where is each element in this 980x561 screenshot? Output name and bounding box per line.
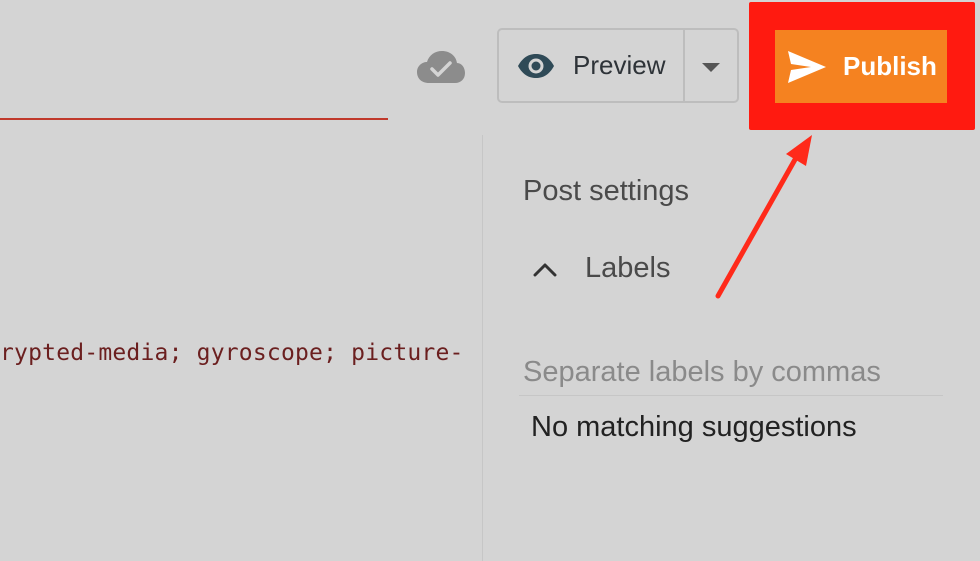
labels-section-toggle[interactable]: Labels	[533, 252, 670, 285]
publish-label: Publish	[843, 51, 937, 81]
preview-label: Preview	[573, 50, 666, 80]
preview-button[interactable]: Preview	[499, 30, 685, 101]
preview-dropdown-button[interactable]	[685, 30, 737, 101]
labels-input[interactable]	[519, 350, 943, 396]
suggestions-message: No matching suggestions	[531, 411, 857, 443]
publish-button[interactable]: Publish	[775, 30, 947, 103]
cloud-check-icon	[417, 51, 465, 83]
html-code-line[interactable]: rypted-media; gyroscope; picture-	[0, 340, 464, 366]
title-underline	[0, 118, 388, 120]
labels-section-label: Labels	[585, 252, 671, 284]
caret-down-icon	[702, 63, 720, 72]
chevron-up-icon	[533, 263, 557, 276]
eye-icon	[518, 53, 554, 78]
post-settings-panel: Post settings Labels No matching suggest…	[482, 135, 980, 561]
preview-button-group: Preview	[497, 28, 739, 103]
post-settings-title: Post settings	[523, 175, 690, 207]
send-icon	[788, 50, 826, 83]
